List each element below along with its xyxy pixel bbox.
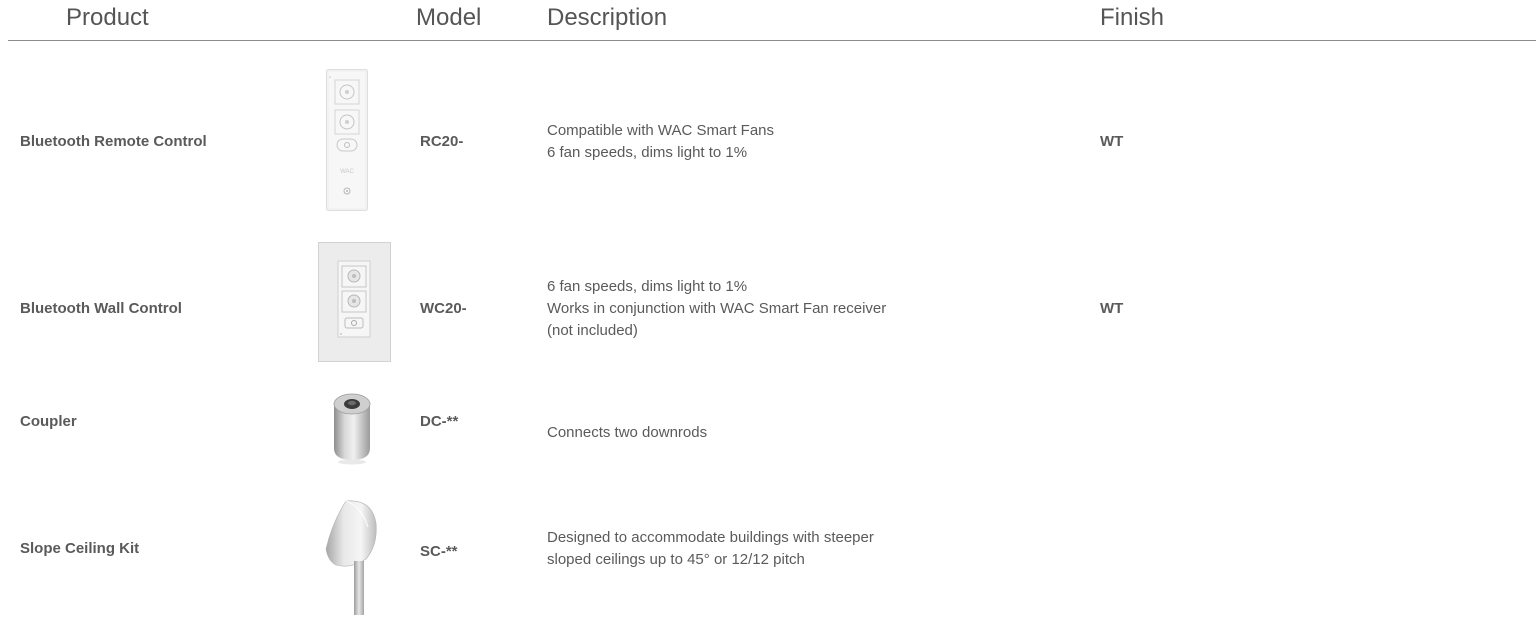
model-code: DC-** (420, 413, 459, 430)
description-line: Works in conjunction with WAC Smart Fan … (547, 300, 887, 317)
description-line: Compatible with WAC Smart Fans (547, 122, 775, 139)
coupler-image (330, 390, 374, 471)
column-header-finish: Finish (1100, 4, 1165, 31)
product-name: Coupler (20, 413, 77, 430)
description-line: (not included) (547, 322, 638, 339)
description-line: Designed to accommodate buildings with s… (547, 529, 874, 546)
description: Connects two downrods (547, 422, 707, 444)
description-line: Connects two downrods (547, 424, 708, 441)
product-name: Bluetooth Remote Control (20, 133, 207, 150)
product-name: Slope Ceiling Kit (20, 540, 140, 557)
description-line: 6 fan speeds, dims light to 1% (547, 278, 748, 295)
column-header-product: Product (66, 4, 149, 31)
model-code: WC20- (420, 300, 467, 317)
description-line: sloped ceilings up to 45° or 12/12 pitch (547, 551, 805, 568)
model-code: RC20- (420, 133, 464, 150)
description: 6 fan speeds, dims light to 1% Works in … (547, 276, 886, 342)
product-name: Bluetooth Wall Control (20, 300, 182, 317)
header-divider (8, 40, 1536, 41)
column-header-description: Description (547, 4, 668, 31)
description: Compatible with WAC Smart Fans 6 fan spe… (547, 120, 774, 164)
model-code: SC-** (420, 543, 458, 560)
wall-control-image (318, 242, 391, 367)
remote-logo: WAC (340, 169, 354, 175)
column-header-model: Model (416, 4, 482, 31)
remote-control-image: WAC (326, 69, 368, 216)
finish-code: WT (1100, 133, 1124, 150)
description: Designed to accommodate buildings with s… (547, 527, 874, 571)
finish-code: WT (1100, 300, 1124, 317)
slope-ceiling-kit-image (322, 497, 382, 620)
description-line: 6 fan speeds, dims light to 1% (547, 144, 748, 161)
